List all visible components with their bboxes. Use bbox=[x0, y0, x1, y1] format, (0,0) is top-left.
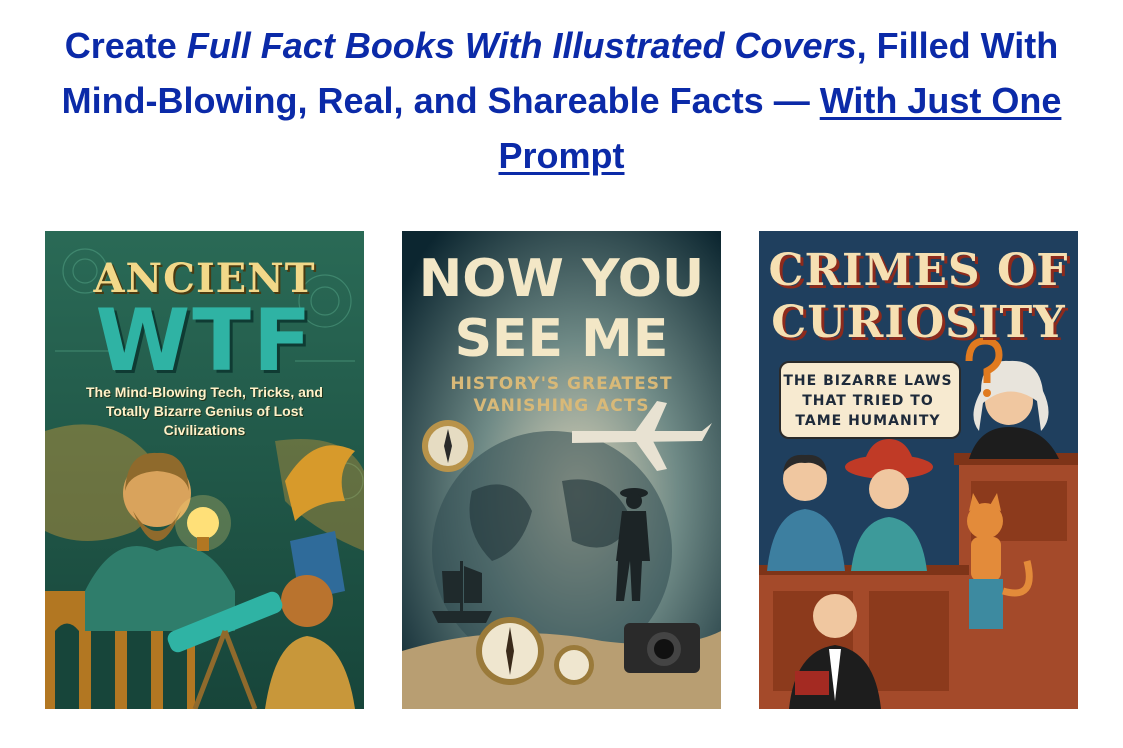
headline-emphasis: Full Fact Books With Illustrated Covers bbox=[186, 25, 857, 66]
cover-title: NOW YOU SEE ME bbox=[418, 249, 705, 369]
cover-subtitle: HISTORY'S GREATEST VANISHING ACTS bbox=[450, 374, 673, 416]
book-cover-now-you-see-me[interactable]: NOW YOU SEE ME HISTORY'S GREATEST VANISH… bbox=[402, 231, 721, 709]
headline-text-1: Create bbox=[64, 25, 187, 66]
page-headline: Create Full Fact Books With Illustrated … bbox=[20, 18, 1103, 183]
cover-title-main: WTF bbox=[95, 291, 314, 391]
cover-subtitle: THE BIZARRE LAWS THAT TRIED TO TAME HUMA… bbox=[783, 373, 953, 429]
book-cover-ancient-wtf[interactable]: ANCIENT WTF The Mind-Blowing Tech, Trick… bbox=[45, 231, 364, 709]
book-cover-crimes-of-curiosity[interactable]: CRIMES OF CURIOSITY THE BIZARRE LAWS THA… bbox=[759, 231, 1078, 709]
cover-title: CRIMES OF CURIOSITY bbox=[768, 245, 1069, 348]
cover-subtitle: The Mind-Blowing Tech, Tricks, and Total… bbox=[86, 384, 323, 438]
